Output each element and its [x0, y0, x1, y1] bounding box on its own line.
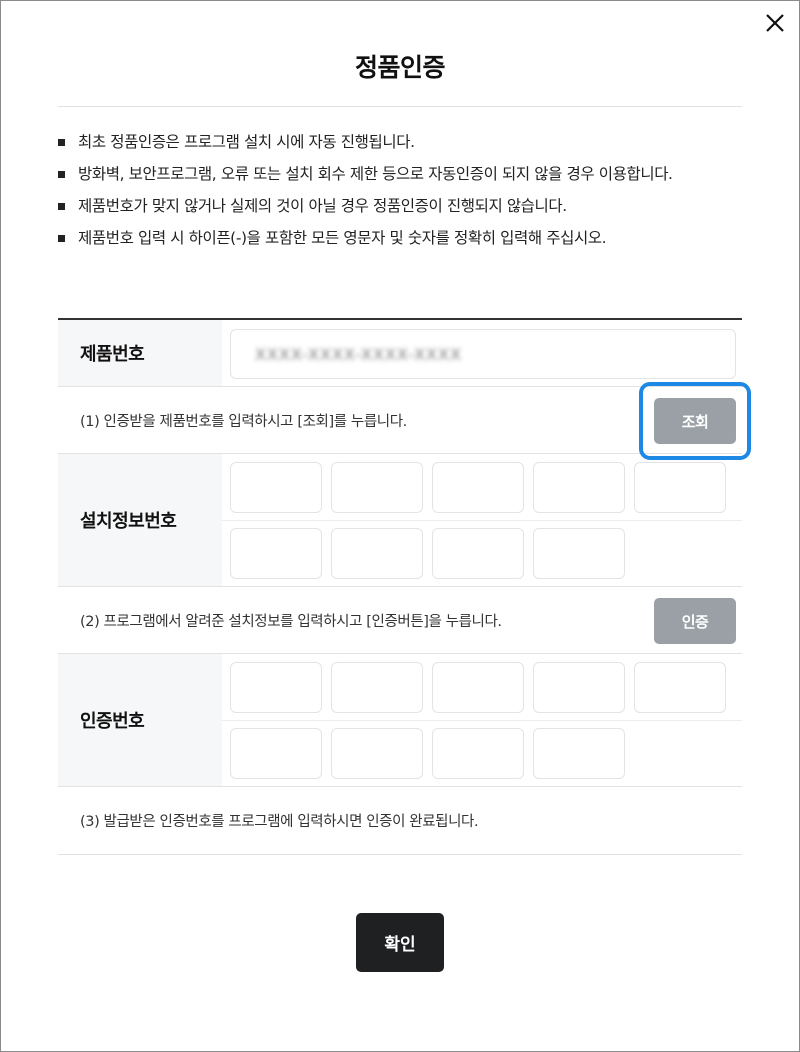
- auth-number-cell[interactable]: [634, 662, 726, 713]
- install-info-cell[interactable]: [634, 462, 726, 513]
- auth-number-cell[interactable]: [230, 728, 322, 779]
- install-info-cell[interactable]: [533, 462, 625, 513]
- install-info-cell[interactable]: [533, 528, 625, 579]
- bullet-icon: [58, 203, 65, 210]
- product-number-label: 제품번호: [58, 320, 222, 386]
- product-number-row: 제품번호 XXXX-XXXX-XXXX-XXXX: [58, 320, 742, 387]
- auth-number-cell[interactable]: [331, 662, 423, 713]
- auth-number-cell[interactable]: [432, 728, 524, 779]
- auth-number-cell[interactable]: [230, 662, 322, 713]
- auth-number-label: 인증번호: [58, 654, 222, 786]
- install-info-cell[interactable]: [432, 462, 524, 513]
- activation-form: 제품번호 XXXX-XXXX-XXXX-XXXX (1) 인증받을 제품번호를 …: [58, 318, 751, 855]
- step1-row: (1) 인증받을 제품번호를 입력하시고 [조회]를 누릅니다. 조회: [58, 382, 751, 460]
- install-info-cells: [230, 454, 742, 586]
- product-number-value: XXXX-XXXX-XXXX-XXXX: [255, 344, 462, 364]
- product-number-input[interactable]: XXXX-XXXX-XXXX-XXXX: [230, 329, 736, 379]
- step3-text: (3) 발급받은 인증번호를 프로그램에 입력하시면 인증이 완료됩니다.: [80, 814, 479, 830]
- install-info-label: 설치정보번호: [58, 454, 222, 586]
- bullet-icon: [58, 171, 65, 178]
- install-info-cell[interactable]: [331, 528, 423, 579]
- note-item: 제품번호 입력 시 하이픈(-)을 포함한 모든 영문자 및 숫자를 정확히 입…: [58, 222, 742, 254]
- auth-number-cell[interactable]: [331, 728, 423, 779]
- note-item: 방화벽, 보안프로그램, 오류 또는 설치 회수 제한 등으로 자동인증이 되지…: [58, 158, 742, 190]
- step2-text: (2) 프로그램에서 알려준 설치정보를 입력하시고 [인증버튼]을 누릅니다.: [80, 613, 502, 630]
- lookup-button[interactable]: 조회: [654, 398, 736, 444]
- auth-number-cells: [230, 654, 742, 786]
- close-icon: [766, 14, 784, 32]
- dialog-title: 정품인증: [354, 53, 446, 82]
- bullet-icon: [58, 235, 65, 242]
- step1-text: (1) 인증받을 제품번호를 입력하시고 [조회]를 누릅니다.: [80, 413, 407, 430]
- install-info-cell[interactable]: [331, 462, 423, 513]
- install-info-cell[interactable]: [432, 528, 524, 579]
- notes-list: 최초 정품인증은 프로그램 설치 시에 자동 진행됩니다. 방화벽, 보안프로그…: [58, 126, 742, 254]
- authenticate-button[interactable]: 인증: [654, 598, 736, 644]
- install-info-cell[interactable]: [230, 462, 322, 513]
- auth-number-cell[interactable]: [533, 728, 625, 779]
- bullet-icon: [58, 139, 65, 146]
- confirm-button[interactable]: 확인: [356, 913, 444, 972]
- close-button[interactable]: [760, 8, 790, 38]
- auth-number-row: 인증번호: [58, 654, 742, 787]
- step3-row: (3) 발급받은 인증번호를 프로그램에 입력하시면 인증이 완료됩니다.: [58, 787, 742, 855]
- note-item: 최초 정품인증은 프로그램 설치 시에 자동 진행됩니다.: [58, 126, 742, 158]
- auth-number-cell[interactable]: [432, 662, 524, 713]
- title-divider: [58, 106, 742, 107]
- note-item: 제품번호가 맞지 않거나 실제의 것이 아닐 경우 정품인증이 진행되지 않습니…: [58, 190, 742, 222]
- install-info-cell[interactable]: [230, 528, 322, 579]
- install-info-row: 설치정보번호: [58, 454, 742, 587]
- auth-number-cell[interactable]: [533, 662, 625, 713]
- step2-row: (2) 프로그램에서 알려준 설치정보를 입력하시고 [인증버튼]을 누릅니다.…: [58, 587, 742, 654]
